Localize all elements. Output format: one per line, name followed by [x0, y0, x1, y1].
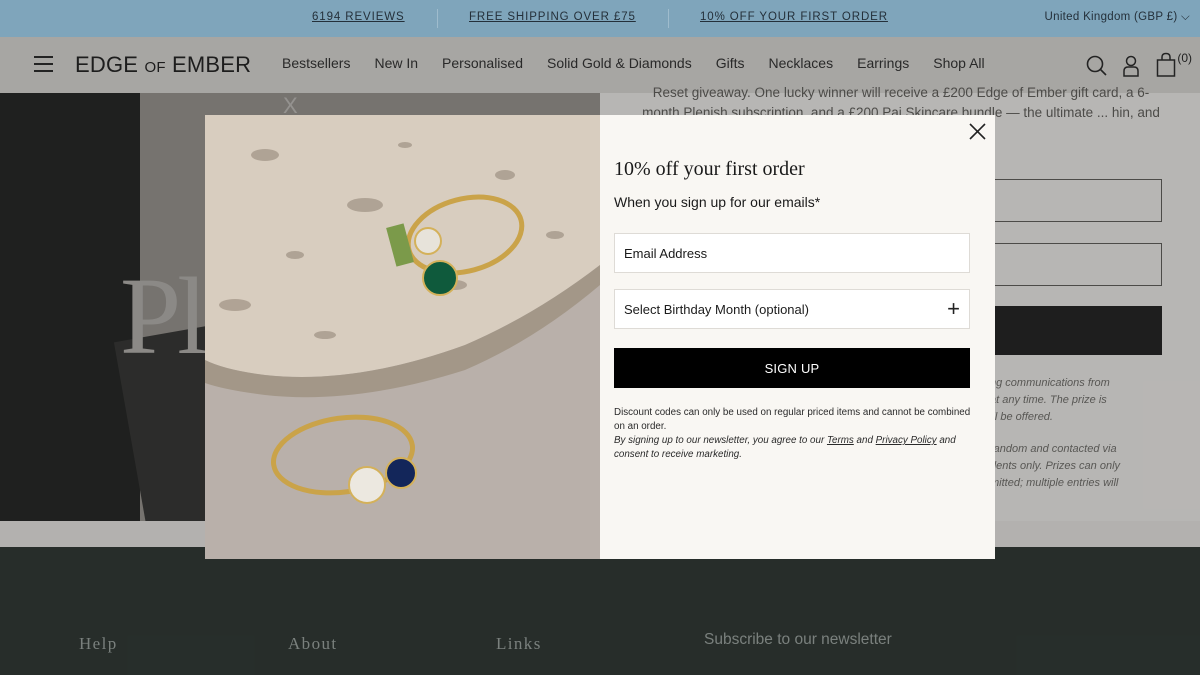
birthday-month-label: Select Birthday Month (optional): [624, 301, 809, 317]
divider: [668, 9, 669, 28]
plus-icon: +: [947, 296, 960, 321]
rings-illustration: [205, 115, 600, 559]
email-field[interactable]: [614, 233, 970, 273]
first-order-discount-link[interactable]: 10% OFF YOUR FIRST ORDER: [700, 11, 888, 23]
close-icon[interactable]: [968, 122, 987, 141]
reviews-link[interactable]: 6194 REVIEWS: [312, 11, 405, 23]
chevron-down-icon: ⌵: [1177, 11, 1190, 23]
signup-form: 10% off your first order When you sign u…: [600, 115, 995, 559]
divider: [437, 9, 438, 28]
modal-title: 10% off your first order: [614, 158, 805, 180]
region-label: United Kingdom (GBP £): [1044, 11, 1178, 23]
consent-prefix: By signing up to our newsletter, you agr…: [614, 435, 825, 446]
signup-modal: 10% off your first order When you sign u…: [205, 115, 995, 559]
consent-text: By signing up to our newsletter, you agr…: [614, 434, 974, 462]
region-selector[interactable]: United Kingdom (GBP £) ⌵: [1045, 11, 1190, 24]
consent-and: and: [856, 435, 873, 446]
privacy-policy-link[interactable]: Privacy Policy: [876, 435, 937, 446]
modal-subtitle: When you sign up for our emails*: [614, 194, 821, 210]
birthday-month-select[interactable]: Select Birthday Month (optional) +: [614, 289, 970, 329]
free-shipping-link[interactable]: FREE SHIPPING OVER £75: [469, 11, 636, 23]
discount-disclaimer: Discount codes can only be used on regul…: [614, 407, 971, 432]
sign-up-button[interactable]: SIGN UP: [614, 348, 970, 388]
terms-link[interactable]: Terms: [827, 435, 854, 446]
fine-print: Discount codes can only be used on regul…: [614, 406, 974, 462]
rings-product-image: [205, 115, 600, 559]
announcement-bar: 6194 REVIEWS FREE SHIPPING OVER £75 10% …: [0, 0, 1200, 37]
